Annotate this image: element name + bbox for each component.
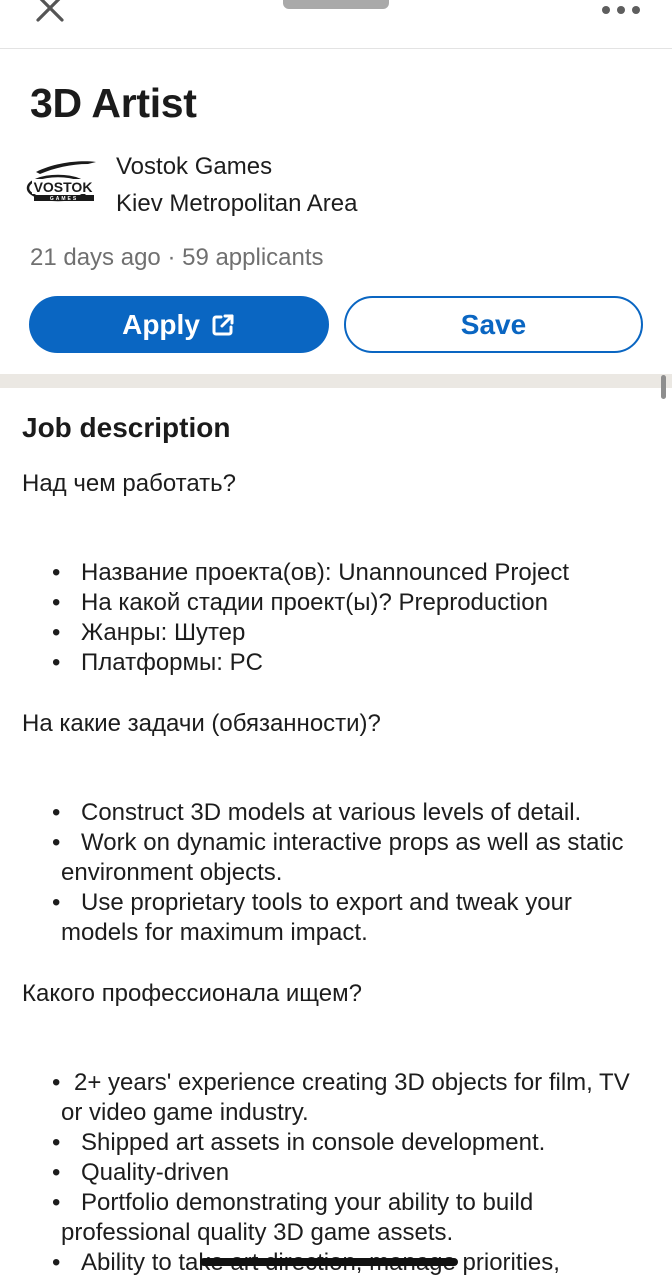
list-item: 2+ years' experience creating 3D objects… — [22, 1068, 652, 1128]
list-item: Жанры: Шутер — [22, 618, 652, 648]
more-horizontal-icon[interactable] — [598, 0, 644, 20]
svg-text:VOSTOK: VOSTOK — [34, 179, 93, 195]
apply-button[interactable]: Apply — [29, 296, 329, 353]
company-logo[interactable]: VOSTOK GAMES — [26, 158, 100, 210]
section-question: На какие задачи (обязанности)? — [22, 710, 381, 737]
list-item: Quality-driven — [22, 1158, 652, 1188]
apply-label: Apply — [122, 308, 200, 340]
home-indicator[interactable] — [200, 1258, 458, 1266]
list-item: На какой стадии проект(ы)? Preproduction — [22, 588, 652, 618]
scrollbar[interactable] — [661, 375, 666, 399]
list-item: Платформы: PC — [22, 648, 652, 678]
job-description-heading: Job description — [22, 412, 231, 443]
list-item: Use proprietary tools to export and twea… — [22, 888, 652, 948]
external-link-icon — [210, 312, 236, 338]
company-name[interactable]: Vostok Games — [116, 153, 272, 181]
svg-text:GAMES: GAMES — [50, 196, 78, 202]
job-detail-page: 3D Artist VOSTOK GAMES Vostok Games Kiev… — [0, 0, 672, 1280]
list-item: Portfolio demonstrating your ability to … — [22, 1188, 652, 1248]
section-question: Над чем работать? — [22, 470, 237, 497]
bullet-list: Construct 3D models at various levels of… — [22, 798, 652, 948]
bullet-list: Название проекта(ов): Unannounced Projec… — [22, 558, 652, 678]
list-item: Shipped art assets in console developmen… — [22, 1128, 652, 1158]
sheet-grabber-handle[interactable] — [283, 0, 389, 9]
section-divider — [0, 374, 672, 388]
list-item: Construct 3D models at various levels of… — [22, 798, 652, 828]
save-button[interactable]: Save — [344, 296, 643, 353]
section-question: Какого профессионала ищем? — [22, 980, 362, 1007]
posting-meta: 21 days ago · 59 applicants — [30, 244, 324, 271]
list-item: Work on dynamic interactive props as wel… — [22, 828, 652, 888]
bullet-list: 2+ years' experience creating 3D objects… — [22, 1068, 652, 1278]
list-item: Название проекта(ов): Unannounced Projec… — [22, 558, 652, 588]
job-title: 3D Artist — [30, 80, 197, 126]
top-bar — [0, 0, 672, 49]
close-icon[interactable] — [30, 0, 70, 28]
job-location: Kiev Metropolitan Area — [116, 190, 358, 217]
